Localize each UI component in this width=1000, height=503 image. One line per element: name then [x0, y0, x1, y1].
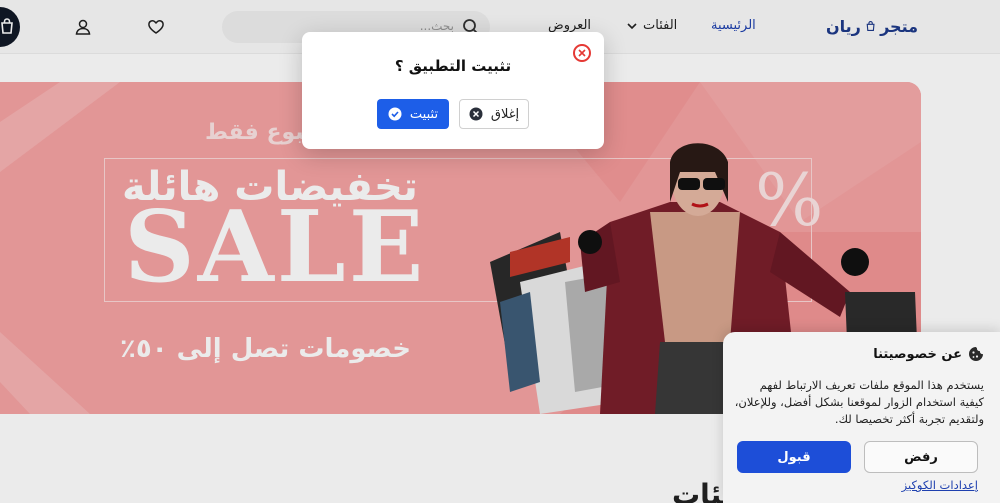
install-button[interactable]: تثبيت: [377, 99, 449, 129]
x-circle-icon: [469, 107, 483, 121]
cookie-consent-panel: عن خصوصيتنا يستخدم هذا الموقع ملفات تعري…: [723, 332, 1000, 503]
cookie-settings-link[interactable]: إعدادات الكوكيز: [902, 478, 978, 492]
check-circle-icon: [388, 107, 402, 121]
install-app-modal: تثبيت التطبيق ؟ تثبيت إغلاق: [302, 32, 604, 149]
close-circle-icon: [578, 49, 586, 57]
close-button[interactable]: إغلاق: [459, 99, 529, 129]
cookie-title: عن خصوصيتنا: [873, 346, 962, 362]
cookie-header: عن خصوصيتنا: [873, 346, 984, 362]
cookie-reject-button[interactable]: رفض: [864, 441, 978, 473]
cookie-icon: [969, 347, 983, 361]
close-button-label: إغلاق: [490, 106, 520, 122]
cookie-accept-button[interactable]: قبول: [737, 441, 851, 473]
cookie-description: يستخدم هذا الموقع ملفات تعريف الارتباط ل…: [734, 378, 984, 426]
install-button-label: تثبيت: [409, 106, 439, 122]
modal-title: تثبيت التطبيق ؟: [394, 57, 512, 75]
